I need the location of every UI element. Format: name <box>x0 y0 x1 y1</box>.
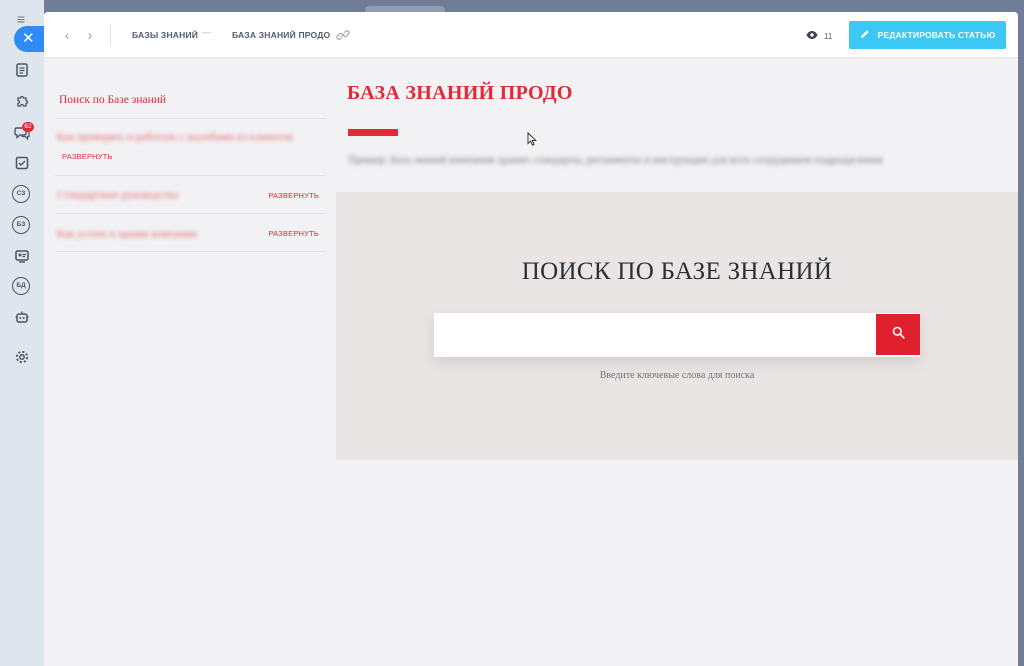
search-icon <box>892 326 905 344</box>
article-description: Пример: База знаний компании хранит стан… <box>348 154 883 166</box>
link-icon[interactable] <box>336 28 350 42</box>
search-hero: ПОИСК ПО БАЗЕ ЗНАНИЙ Введите ключевые сл… <box>336 192 1018 460</box>
search-button[interactable] <box>876 314 920 355</box>
edit-article-label: РЕДАКТИРОВАТЬ СТАТЬЮ <box>877 30 996 40</box>
divider <box>110 24 111 46</box>
top-bar: ‹ › БАЗЫ ЗНАНИЙ — БАЗА ЗНАНИЙ ПРОДО 11 Р… <box>44 12 1018 58</box>
expand-button[interactable]: РАЗВЕРНУТЬ <box>62 152 113 161</box>
robot-icon[interactable] <box>12 307 32 327</box>
knowledge-base-slider: ‹ › БАЗЫ ЗНАНИЙ — БАЗА ЗНАНИЙ ПРОДО 11 Р… <box>44 12 1018 666</box>
rail-item-bz[interactable]: БЗ <box>12 216 30 234</box>
search-title: ПОИСК ПО БАЗЕ ЗНАНИЙ <box>521 258 833 285</box>
forward-arrow-icon[interactable]: › <box>83 27 97 43</box>
eye-icon <box>806 29 818 43</box>
search-hint: Введите ключевые слова для поиска <box>599 370 755 381</box>
menu-item-label: Стандартные руководства <box>57 189 179 201</box>
views-counter: 11 <box>806 29 832 43</box>
breadcrumb-separator: — <box>202 27 211 37</box>
rail-item-bd[interactable]: БД <box>12 277 30 295</box>
article-title: БАЗА ЗНАНИЙ ПРОДО <box>347 82 573 104</box>
settings-icon[interactable] <box>12 347 32 367</box>
contact-center-icon[interactable] <box>12 246 32 266</box>
puzzle-icon[interactable] <box>12 91 32 111</box>
breadcrumb-current-base[interactable]: БАЗА ЗНАНИЙ ПРОДО <box>232 30 330 40</box>
menu-item[interactable]: Как устать в здание компании РАЗВЕРНУТЬ <box>55 214 325 252</box>
menu-item-label: Как проверять и работать с жалобами из к… <box>57 131 293 143</box>
title-underline <box>348 129 398 136</box>
menu-item-search[interactable]: Поиск по Базе знаний <box>55 86 325 119</box>
tasks-icon[interactable] <box>12 153 32 173</box>
search-input[interactable] <box>434 313 920 357</box>
left-rail: ≡ ✕ 62 СЗ БЗ БД <box>0 0 44 666</box>
menu-item[interactable]: Как проверять и работать с жалобами из к… <box>55 119 325 176</box>
back-arrow-icon[interactable]: ‹ <box>60 27 74 43</box>
close-slider-button[interactable]: ✕ <box>14 26 44 52</box>
chat-counter-badge: 62 <box>22 122 34 132</box>
article-menu: Поиск по Базе знаний Как проверять и раб… <box>55 86 325 252</box>
close-icon: ✕ <box>22 30 35 47</box>
menu-item-label: Как устать в здание компании <box>57 228 198 240</box>
rail-item-sz[interactable]: СЗ <box>12 185 30 203</box>
menu-item[interactable]: Стандартные руководства РАЗВЕРНУТЬ <box>55 176 325 214</box>
document-icon[interactable] <box>12 60 32 80</box>
menu-icon[interactable]: ≡ <box>13 12 29 26</box>
views-count: 11 <box>824 31 833 41</box>
mouse-cursor-icon <box>527 131 537 146</box>
expand-button[interactable]: РАЗВЕРНУТЬ <box>268 191 319 200</box>
breadcrumb-knowledge-bases[interactable]: БАЗЫ ЗНАНИЙ <box>132 30 198 40</box>
pencil-icon <box>860 29 870 41</box>
edit-article-button[interactable]: РЕДАКТИРОВАТЬ СТАТЬЮ <box>849 21 1006 49</box>
expand-button[interactable]: РАЗВЕРНУТЬ <box>268 229 319 238</box>
